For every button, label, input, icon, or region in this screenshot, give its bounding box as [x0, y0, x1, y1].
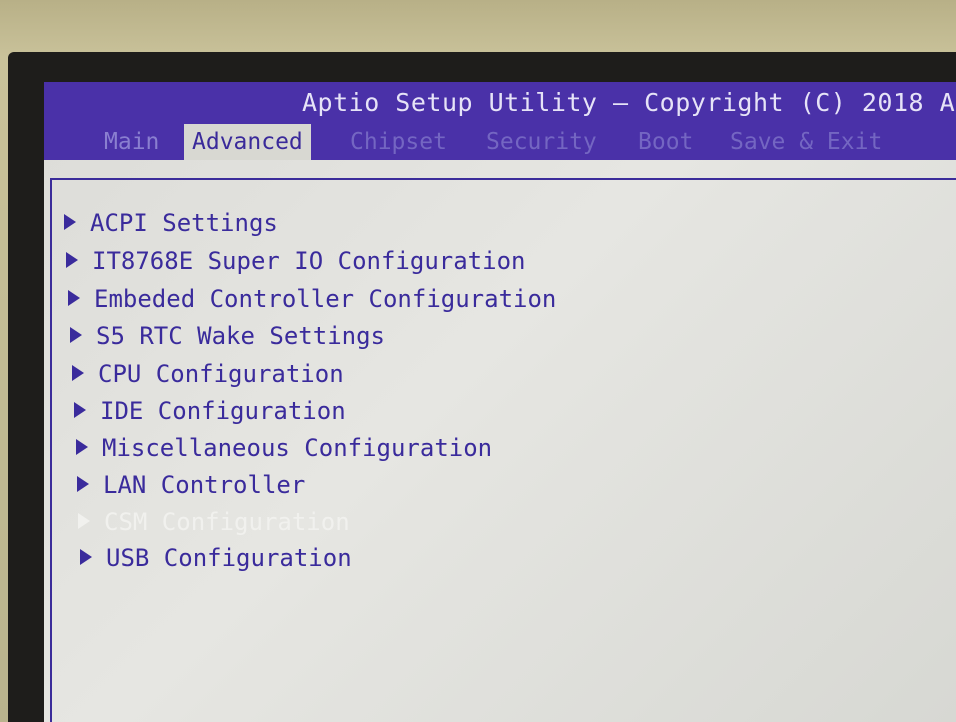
- submenu-arrow-icon: [77, 476, 89, 492]
- left-border: [50, 178, 52, 722]
- menu-item-label: Miscellaneous Configuration: [102, 434, 493, 462]
- menu-item-ide-configuration[interactable]: IDE Configuration: [74, 394, 346, 428]
- submenu-arrow-icon: [64, 214, 76, 230]
- header-divider: [50, 178, 956, 180]
- menu-item-label: CSM Configuration: [104, 508, 350, 536]
- bios-screen: Aptio Setup Utility – Copyright (C) 2018…: [44, 82, 956, 722]
- menu-item-label: Embeded Controller Configuration: [94, 285, 557, 313]
- menu-item-embedded-controller-configuration[interactable]: Embeded Controller Configuration: [68, 282, 556, 316]
- submenu-arrow-icon: [74, 402, 86, 418]
- menu-item-label: S5 RTC Wake Settings: [96, 322, 385, 350]
- menu-item-label: ACPI Settings: [90, 209, 278, 237]
- submenu-arrow-icon: [80, 549, 92, 565]
- menu-item-s5-rtc-wake-settings[interactable]: S5 RTC Wake Settings: [70, 319, 385, 353]
- menu-item-acpi-settings[interactable]: ACPI Settings: [64, 206, 278, 240]
- bios-title: Aptio Setup Utility – Copyright (C) 2018…: [302, 88, 956, 117]
- menu-item-miscellaneous-configuration[interactable]: Miscellaneous Configuration: [76, 431, 492, 465]
- menu-item-cpu-configuration[interactable]: CPU Configuration: [72, 357, 344, 391]
- menu-item-label: IT8768E Super IO Configuration: [92, 247, 526, 275]
- tab-main[interactable]: Main: [96, 124, 167, 160]
- menu-item-super-io-configuration[interactable]: IT8768E Super IO Configuration: [66, 244, 525, 278]
- menu-item-label: CPU Configuration: [98, 360, 344, 388]
- tab-boot[interactable]: Boot: [630, 124, 701, 160]
- submenu-arrow-icon: [70, 327, 82, 343]
- submenu-arrow-icon: [66, 252, 78, 268]
- menu-item-lan-controller[interactable]: LAN Controller: [77, 468, 305, 502]
- menu-item-usb-configuration[interactable]: USB Configuration: [80, 541, 352, 575]
- tab-bar: Main Advanced Chipset Security Boot Save…: [44, 124, 956, 160]
- submenu-arrow-icon: [68, 290, 80, 306]
- tab-security[interactable]: Security: [478, 124, 605, 160]
- menu-item-label: LAN Controller: [103, 471, 306, 499]
- menu-item-csm-configuration[interactable]: CSM Configuration: [78, 505, 350, 539]
- menu-item-label: IDE Configuration: [100, 397, 346, 425]
- menu-item-label: USB Configuration: [106, 544, 352, 572]
- tab-chipset[interactable]: Chipset: [342, 124, 455, 160]
- bios-header: Aptio Setup Utility – Copyright (C) 2018…: [44, 82, 956, 160]
- submenu-arrow-icon: [78, 513, 90, 529]
- submenu-arrow-icon: [76, 439, 88, 455]
- tab-save-exit[interactable]: Save & Exit: [722, 124, 890, 160]
- submenu-arrow-icon: [72, 365, 84, 381]
- tab-advanced[interactable]: Advanced: [184, 124, 311, 160]
